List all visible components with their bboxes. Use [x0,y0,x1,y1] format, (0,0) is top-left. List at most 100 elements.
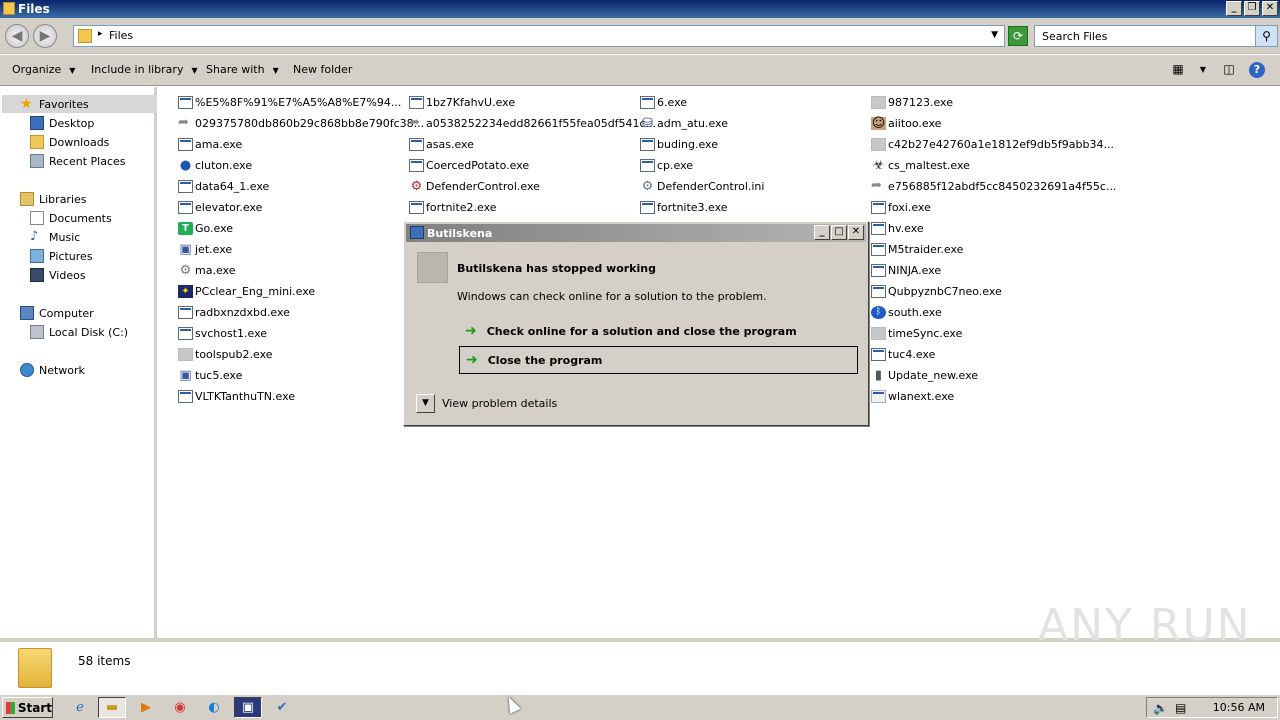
refresh-icon[interactable]: ⟳ [1008,26,1028,46]
close-program-button[interactable]: ➜ Close the program [459,346,858,374]
nav-network[interactable]: Network [20,361,85,379]
check-online-button[interactable]: ➜ Check online for a solution and close t… [459,317,858,345]
list-item[interactable]: timeSync.exe [871,324,962,342]
list-item[interactable]: ⚙ DefenderControl.exe [409,177,540,195]
butilskena-taskbar-button[interactable]: ✔ [268,697,296,718]
list-item[interactable]: ● cluton.exe [178,156,252,174]
share-with-button[interactable]: Share with ▼ [206,63,279,76]
back-button[interactable]: ◀ [5,24,29,48]
list-item[interactable]: ⚙ DefenderControl.ini [640,177,765,195]
dialog-minimize-button[interactable]: _ [814,225,830,240]
recent-places-icon [30,154,44,168]
list-item[interactable]: M5traider.exe [871,240,963,258]
nav-pictures[interactable]: Pictures [30,247,93,265]
list-item[interactable]: tuc4.exe [871,345,935,363]
list-item[interactable]: ➦ a0538252234edd82661f55fea05df541c... [409,114,656,132]
new-folder-button[interactable]: New folder [293,63,352,76]
exe-icon [409,158,424,172]
update-app-icon: ▮ [874,367,883,383]
list-item[interactable]: %E5%8F%91%E7%A5%A8%E7%94... [178,93,401,111]
nav-desktop[interactable]: Desktop [30,114,94,132]
list-item[interactable]: fortnite3.exe [640,198,728,216]
view-problem-details[interactable]: ▼ View problem details [416,394,557,413]
list-item[interactable]: fortnite2.exe [409,198,497,216]
list-item[interactable]: ➦ e756885f12abdf5cc8450232691a4f55c... [871,177,1116,195]
list-item[interactable]: cp.exe [640,156,693,174]
list-item[interactable]: toolspub2.exe [178,345,273,363]
list-item[interactable]: 1bz7KfahvU.exe [409,93,515,111]
list-item[interactable]: wlanext.exe [871,387,954,405]
nav-music[interactable]: ♪ Music [30,228,80,246]
nav-downloads[interactable]: Downloads [30,133,109,151]
volume-icon[interactable]: 🔈 [1153,701,1168,715]
restore-button[interactable]: ❐ [1244,1,1260,16]
start-button[interactable]: Start [2,697,53,718]
list-item[interactable]: data64_1.exe [178,177,269,195]
view-dropdown-icon[interactable]: ▼ [1194,65,1212,81]
organize-button[interactable]: Organize ▼ [12,63,75,76]
windows-logo-icon [6,701,15,714]
network-tray-icon[interactable]: ▤ [1175,701,1186,715]
list-item[interactable]: foxi.exe [871,198,931,216]
list-item[interactable]: ☣ cs_maltest.exe [871,156,970,174]
list-item[interactable]: ✦ PCclear_Eng_mini.exe [178,282,315,300]
forward-button[interactable]: ▶ [33,24,57,48]
explorer-taskbar-button[interactable]: ▬ [98,697,126,718]
list-item[interactable]: ▣ tuc5.exe [178,366,242,384]
list-item[interactable]: hv.exe [871,219,924,237]
breadcrumb[interactable]: Files [109,29,133,42]
list-item[interactable]: buding.exe [640,135,718,153]
edge-icon[interactable]: ◐ [200,697,228,718]
breadcrumb-arrow-icon[interactable]: ▸ [98,29,103,39]
search-icon[interactable]: ⚲ [1255,26,1277,46]
blank-file-icon [871,95,886,109]
list-item[interactable]: 987123.exe [871,93,953,111]
list-item[interactable]: ama.exe [178,135,242,153]
dialog-maximize-button[interactable]: □ [831,225,847,240]
list-item[interactable]: T Go.exe [178,219,233,237]
view-options-icon[interactable]: ▦ [1169,62,1187,78]
nav-recent-places[interactable]: Recent Places [30,152,126,170]
command-bar: Organize ▼ Include in library ▼ Share with… [0,55,1280,86]
list-item[interactable]: ▮ Update_new.exe [871,366,978,384]
chevron-down-icon[interactable]: ▼ [416,394,435,413]
help-icon[interactable]: ? [1249,62,1265,78]
address-dropdown-icon[interactable]: ▼ [991,30,998,40]
list-item[interactable]: CoercedPotato.exe [409,156,529,174]
dialog-close-button[interactable]: ✕ [848,225,864,240]
exe-icon [640,158,655,172]
app-taskbar-button[interactable]: ▣ [234,697,262,718]
nav-favorites[interactable]: ★ Favorites [20,95,89,113]
list-item[interactable]: ☺ aiitoo.exe [871,114,941,132]
preview-pane-icon[interactable]: ◫ [1220,62,1238,78]
minimize-button[interactable]: _ [1226,1,1242,16]
list-item[interactable]: ᛒ south.exe [871,303,942,321]
nav-local-disk[interactable]: Local Disk (C:) [30,323,128,341]
nav-computer[interactable]: Computer [20,304,94,322]
media-player-icon[interactable]: ▶ [132,697,160,718]
nav-videos[interactable]: Videos [30,266,86,284]
list-item[interactable]: asas.exe [409,135,474,153]
clock[interactable]: 10:56 AM [1213,701,1265,714]
exe-icon [178,200,193,214]
list-item[interactable]: 6.exe [640,93,687,111]
list-item[interactable]: ⛁ adm_atu.exe [640,114,728,132]
internet-explorer-icon[interactable]: ℯ [66,697,94,718]
list-item[interactable]: svchost1.exe [178,324,267,342]
chrome-icon[interactable]: ◉ [166,697,194,718]
list-item[interactable]: ▣ jet.exe [178,240,232,258]
search-input[interactable]: Search Files ⚲ [1034,25,1278,47]
nav-libraries[interactable]: Libraries [20,190,87,208]
list-item[interactable]: ⚙ ma.exe [178,261,236,279]
list-item[interactable]: QubpyznbC7neo.exe [871,282,1002,300]
list-item[interactable]: radbxnzdxbd.exe [178,303,290,321]
close-button[interactable]: ✕ [1262,1,1278,16]
list-item[interactable]: VLTKTanthuTN.exe [178,387,295,405]
list-item[interactable]: NINJA.exe [871,261,941,279]
list-item[interactable]: ➦ 029375780db860b29c868bb8e790fc38... [178,114,424,132]
nav-documents[interactable]: Documents [30,209,112,227]
list-item[interactable]: elevator.exe [178,198,262,216]
include-in-library-button[interactable]: Include in library ▼ [91,63,198,76]
address-bar[interactable]: ▸ Files ▼ [73,25,1005,47]
list-item[interactable]: c42b27e42760a1e1812ef9db5f9abb34... [871,135,1114,153]
